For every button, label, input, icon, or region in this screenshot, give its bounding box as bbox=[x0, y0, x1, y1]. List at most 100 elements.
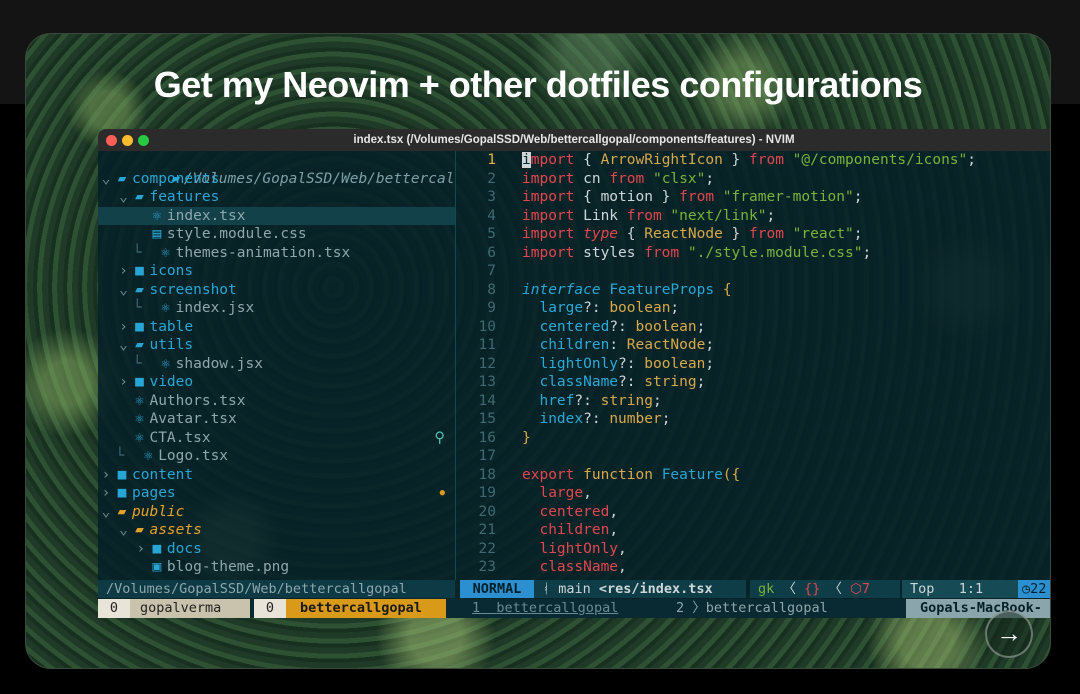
tree-item[interactable]: └ ⚛ themes-animation.tsx bbox=[98, 244, 455, 263]
code-line[interactable]: 8 interface FeatureProps { bbox=[456, 281, 1050, 300]
chevron-down-icon[interactable]: ⌄ bbox=[115, 521, 131, 540]
code-token: ?: bbox=[583, 300, 610, 316]
tree-item[interactable]: › ■ docs bbox=[98, 540, 455, 559]
code-line[interactable]: 3 import { motion } from "framer-motion"; bbox=[456, 188, 1050, 207]
line-number: 21 bbox=[478, 522, 496, 538]
code-line[interactable]: 13 className?: string; bbox=[456, 373, 1050, 392]
code-line[interactable]: 20 centered, bbox=[456, 503, 1050, 522]
chevron-down-icon[interactable]: ⌄ bbox=[115, 336, 131, 355]
zoom-dot[interactable] bbox=[138, 135, 149, 146]
tree-item[interactable]: ⌄ ▰ utils bbox=[98, 336, 455, 355]
code-line[interactable]: 19 large, bbox=[456, 484, 1050, 503]
chevron-right-icon[interactable]: › bbox=[115, 262, 131, 281]
chevron-down-icon[interactable]: ⌄ bbox=[98, 503, 114, 522]
tree-item[interactable]: ▤ style.module.css bbox=[98, 225, 455, 244]
code-line[interactable]: 18 export function Feature({ bbox=[456, 466, 1050, 485]
folder-icon: ■ bbox=[135, 263, 144, 279]
chevron-down-icon[interactable]: ⌄ bbox=[98, 170, 114, 189]
session-b-num: 0 bbox=[254, 599, 286, 618]
package-icon: ⬡ bbox=[850, 581, 862, 597]
tree-item[interactable]: ⌄ ▰ screenshot bbox=[98, 281, 455, 300]
folder-icon: ■ bbox=[117, 485, 127, 501]
code-line[interactable]: 23 className, bbox=[456, 558, 1050, 577]
code-token: string bbox=[644, 374, 697, 390]
chevron-down-icon[interactable]: ⌄ bbox=[115, 281, 131, 300]
tree-item[interactable]: › ■ pages ● bbox=[98, 484, 455, 503]
line-number: 23 bbox=[478, 559, 496, 575]
close-dot[interactable] bbox=[106, 135, 117, 146]
code-token: ReactNode bbox=[644, 226, 723, 242]
tree-item[interactable]: › ■ content bbox=[98, 466, 455, 485]
tree-item-label: public bbox=[132, 503, 185, 520]
code-line[interactable]: 22 lightOnly, bbox=[456, 540, 1050, 559]
tree-item[interactable]: └ ⚛ shadow.jsx bbox=[98, 355, 455, 374]
code-line[interactable]: 14 href?: string; bbox=[456, 392, 1050, 411]
code-editor[interactable]: 1 import { ArrowRightIcon } from "@/compo… bbox=[456, 151, 1050, 579]
tree-item[interactable]: ⚛ index.tsx bbox=[98, 206, 455, 225]
tree-item[interactable]: › ■ table bbox=[98, 318, 455, 337]
chevron-right-icon[interactable]: › bbox=[98, 484, 114, 503]
tree-item-label: style.module.css bbox=[166, 226, 307, 242]
minimize-dot[interactable] bbox=[122, 135, 133, 146]
tree-item[interactable]: ⌄ ▰ public bbox=[98, 503, 455, 522]
code-token: , bbox=[583, 485, 592, 501]
code-token: ; bbox=[862, 244, 872, 261]
next-arrow-button[interactable]: → bbox=[985, 610, 1033, 658]
tree-item[interactable]: └ ⚛ Logo.tsx bbox=[98, 447, 455, 466]
tree-item[interactable]: └ ⚛ index.jsx bbox=[98, 299, 455, 318]
code-token: ; bbox=[705, 170, 715, 187]
code-token: ; bbox=[661, 411, 671, 427]
code-line[interactable]: 11 children: ReactNode; bbox=[456, 336, 1050, 355]
tree-item-label: index.jsx bbox=[175, 300, 255, 316]
tree-item-label: video bbox=[149, 374, 194, 390]
tmux-window-2[interactable]: 2 〉bettercallgopal bbox=[664, 599, 864, 618]
folder-open-icon: ▰ bbox=[135, 337, 144, 353]
code-line[interactable]: 5 import type { ReactNode } from "react"; bbox=[456, 225, 1050, 244]
line-number: 17 bbox=[478, 448, 496, 464]
chevron-down-icon[interactable]: ⌄ bbox=[115, 188, 131, 207]
code-line[interactable]: 1 import { ArrowRightIcon } from "@/compo… bbox=[456, 151, 1050, 170]
code-line[interactable]: 17 bbox=[456, 447, 1050, 466]
code-line[interactable]: 21 children, bbox=[456, 521, 1050, 540]
chevron-right-icon[interactable]: › bbox=[133, 540, 149, 559]
chevron-right-icon[interactable]: › bbox=[98, 466, 114, 485]
folder-open-icon: ▰ bbox=[135, 522, 144, 538]
tree-item[interactable]: ⌄ ▰ features bbox=[98, 188, 455, 207]
tmux-window-1[interactable]: 1 bettercallgopal bbox=[460, 599, 650, 618]
position-segment: Top 1:1 bbox=[902, 580, 1018, 598]
tree-item-label: assets bbox=[149, 522, 202, 538]
css-icon: ▤ bbox=[152, 226, 162, 242]
modified-dot: ● bbox=[439, 488, 445, 498]
code-token: { bbox=[583, 152, 601, 168]
code-line[interactable]: 2 import cn from "clsx"; bbox=[456, 170, 1050, 189]
tree-item[interactable]: ⚛ Authors.tsx bbox=[98, 392, 455, 411]
tree-item[interactable]: ⌄ ▰ assets bbox=[98, 521, 455, 540]
tree-item[interactable]: ⚛ CTA.tsx ⚲ bbox=[98, 429, 455, 448]
code-line[interactable]: 16} bbox=[456, 429, 1050, 448]
chevron-right-icon[interactable]: › bbox=[115, 373, 131, 392]
code-line[interactable]: 15 index?: number; bbox=[456, 410, 1050, 429]
code-line[interactable]: 12 lightOnly?: boolean; bbox=[456, 355, 1050, 374]
tree-item[interactable]: › ■ icons bbox=[98, 262, 455, 281]
code-line[interactable]: 9 large?: boolean; bbox=[456, 299, 1050, 318]
code-token: "react" bbox=[792, 226, 854, 242]
tree-item[interactable]: › ■ video bbox=[98, 373, 455, 392]
tree-item[interactable]: ⌄ ▰ components bbox=[98, 170, 455, 189]
tree-item[interactable]: ⚛ Avatar.tsx bbox=[98, 410, 455, 429]
code-line[interactable]: 7 bbox=[456, 262, 1050, 281]
status-line: /Volumes/GopalSSD/Web/bettercallgopal NO… bbox=[98, 580, 1050, 598]
code-token: ?: bbox=[609, 318, 636, 335]
code-token: cn bbox=[583, 170, 610, 187]
line-number: 19 bbox=[478, 485, 496, 501]
tree-root[interactable]: ▰/Volumes/GopalSSD/Web/bettercallgopal bbox=[98, 151, 455, 187]
react-icon: ⚛ bbox=[135, 392, 144, 409]
code-line[interactable]: 4 import Link from "next/link"; bbox=[456, 207, 1050, 226]
code-line[interactable]: 6 import styles from "./style.module.css"… bbox=[456, 244, 1050, 263]
code-token: ReactNode bbox=[626, 337, 706, 353]
line-number: 3 bbox=[487, 189, 496, 205]
code-line[interactable]: 10 centered?: boolean; bbox=[456, 318, 1050, 337]
tree-item[interactable]: ▣ blog-theme.png bbox=[98, 558, 455, 577]
chevron-right-icon[interactable]: › bbox=[115, 318, 131, 337]
